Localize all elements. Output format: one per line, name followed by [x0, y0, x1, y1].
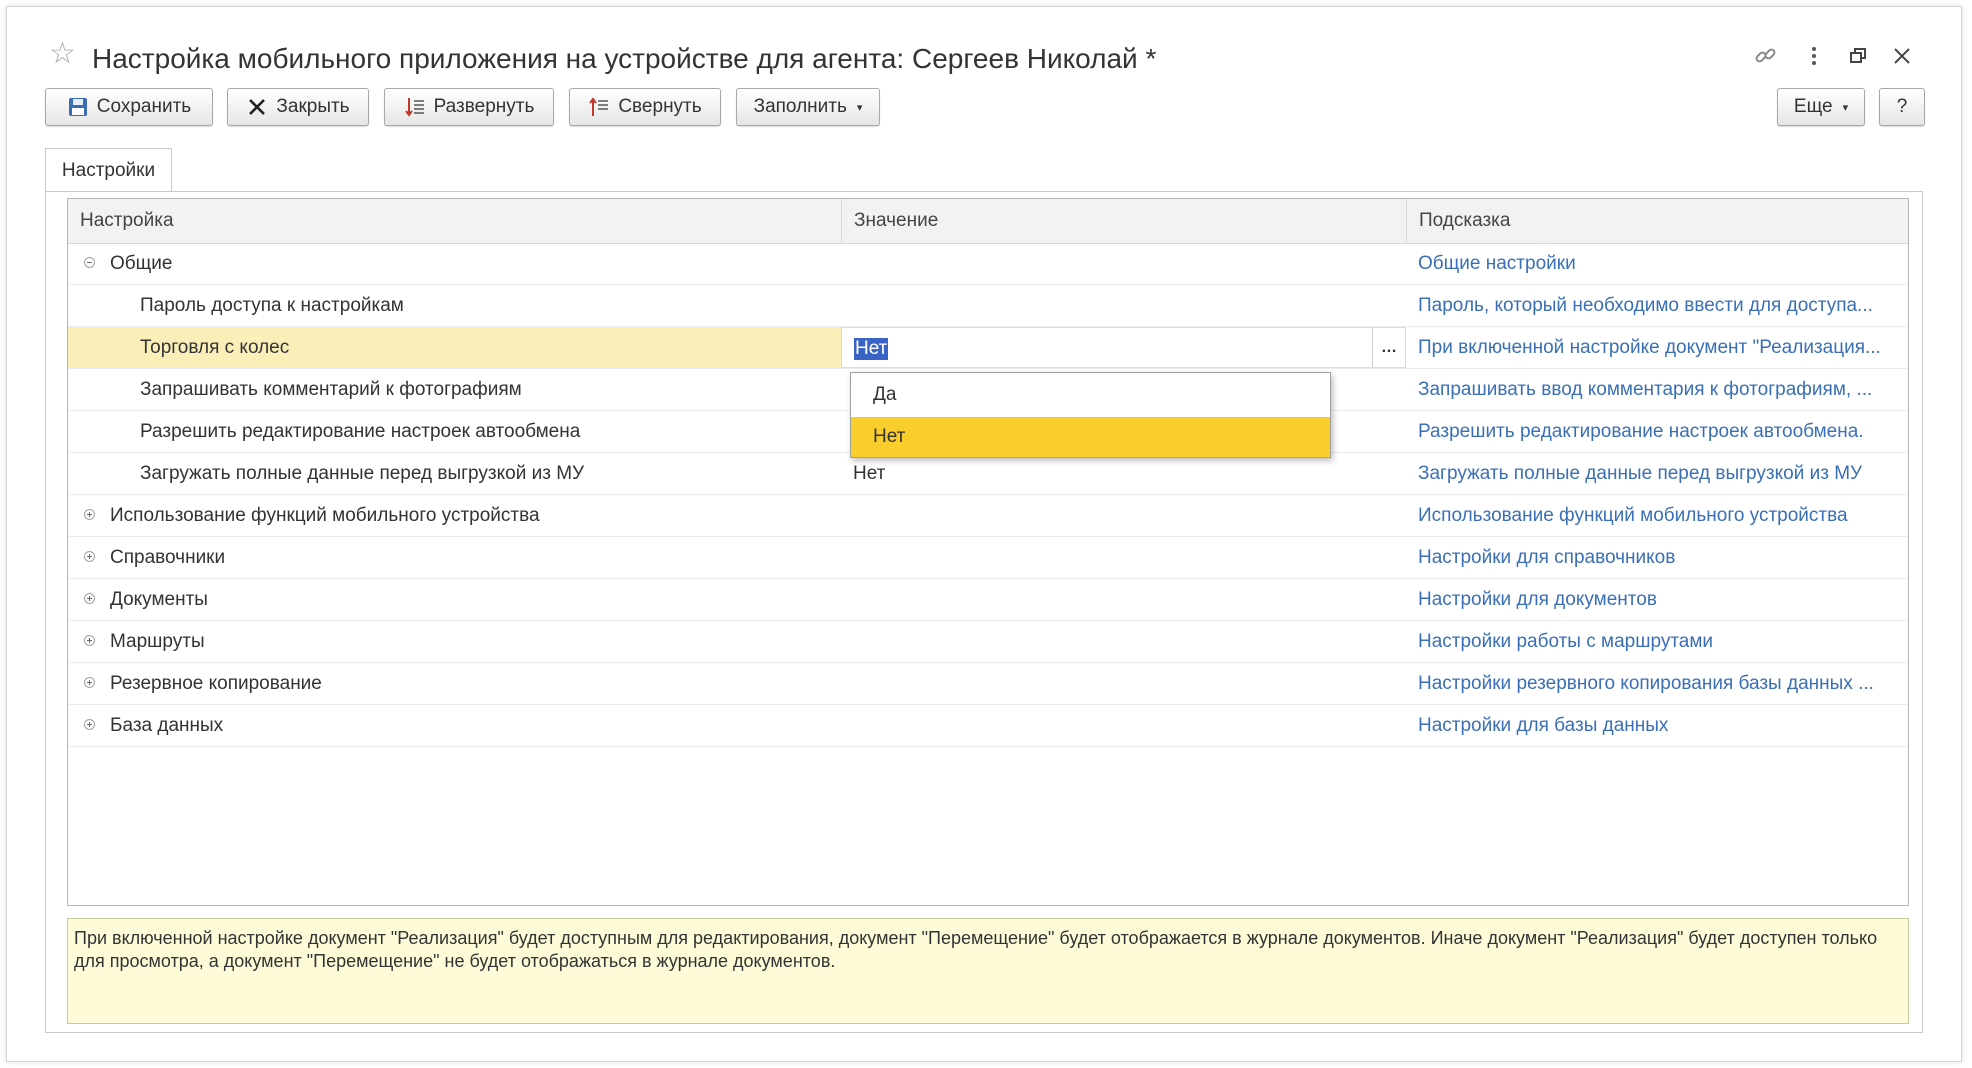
close-icon: [246, 96, 268, 118]
setting-name: Документы: [110, 589, 208, 610]
setting-name: Справочники: [110, 547, 226, 568]
grid-header: Настройка Значение Подсказка: [68, 199, 1908, 244]
column-header-hint[interactable]: Подсказка: [1406, 199, 1908, 243]
grid-row-group[interactable]: Справочники Настройки для справочников: [68, 537, 1908, 579]
collapse-label: Свернуть: [618, 96, 702, 117]
restore-window-icon[interactable]: [1843, 43, 1873, 73]
setting-name: Маршруты: [110, 631, 205, 652]
setting-name: Использование функций мобильного устройс…: [110, 505, 540, 526]
value-edit-field[interactable]: Нет …: [841, 327, 1406, 368]
settings-grid: Настройка Значение Подсказка Общие Общие…: [67, 198, 1909, 906]
close-button[interactable]: Закрыть: [227, 88, 369, 126]
chevron-down-icon: ▾: [856, 101, 863, 114]
grid-row-group[interactable]: Маршруты Настройки работы с маршрутами: [68, 621, 1908, 663]
collapse-button[interactable]: Свернуть: [569, 88, 721, 126]
dropdown-option-no[interactable]: Нет: [851, 417, 1330, 457]
hint-panel-text: При включенной настройке документ "Реали…: [74, 928, 1878, 971]
value-dropdown-list: Да Нет: [850, 372, 1331, 458]
setting-hint-link[interactable]: Общие настройки: [1406, 243, 1908, 284]
hint-panel: При включенной настройке документ "Реали…: [67, 918, 1909, 1024]
window-title: Настройка мобильного приложения на устро…: [92, 43, 1157, 74]
value-selected-text[interactable]: Нет: [854, 338, 889, 360]
toolbar: Сохранить Закрыть Развернуть Свернуть За…: [45, 88, 1961, 132]
more-actions-icon[interactable]: [1799, 43, 1829, 73]
form-window: ☆ Настройка мобильного приложения на уст…: [6, 6, 1962, 1062]
floppy-disk-icon: [67, 96, 89, 118]
tab-settings-label: Настройки: [61, 159, 156, 181]
grid-row-group[interactable]: Использование функций мобильного устройс…: [68, 495, 1908, 537]
expand-button[interactable]: Развернуть: [384, 88, 554, 126]
chevron-down-icon: ▾: [1842, 101, 1849, 114]
setting-name: Загружать полные данные перед выгрузкой …: [140, 463, 585, 484]
setting-hint-link[interactable]: Разрешить редактирование настроек автооб…: [1406, 411, 1908, 452]
setting-hint-link[interactable]: Запрашивать ввод комментария к фотографи…: [1406, 369, 1908, 410]
grid-row-group[interactable]: Документы Настройки для документов: [68, 579, 1908, 621]
save-button[interactable]: Сохранить: [45, 88, 213, 126]
expand-tree-icon: [404, 96, 426, 118]
setting-hint-link[interactable]: При включенной настройке документ "Реали…: [1406, 327, 1908, 368]
choice-button[interactable]: …: [1372, 328, 1405, 367]
link-icon[interactable]: [1751, 43, 1781, 73]
more-dropdown-button[interactable]: Еще ▾: [1777, 88, 1865, 126]
tab-strip: Настройки: [45, 148, 1921, 192]
setting-value[interactable]: Нет: [841, 453, 1406, 494]
setting-name: Общие: [110, 253, 173, 274]
grid-row-selected[interactable]: Торговля с колес Нет … При включенной на…: [68, 327, 1908, 369]
help-label: ?: [1896, 96, 1908, 117]
setting-name: База данных: [110, 715, 224, 736]
setting-hint-link[interactable]: Пароль, который необходимо ввести для до…: [1406, 285, 1908, 326]
column-header-setting[interactable]: Настройка: [68, 199, 841, 243]
collapse-tree-icon: [588, 96, 610, 118]
setting-hint-link[interactable]: Настройки резервного копирования базы да…: [1406, 663, 1908, 704]
close-window-icon[interactable]: [1887, 43, 1917, 73]
help-button[interactable]: ?: [1879, 88, 1925, 126]
setting-hint-link[interactable]: Настройки работы с маршрутами: [1406, 621, 1908, 662]
setting-hint-link[interactable]: Использование функций мобильного устройс…: [1406, 495, 1908, 536]
setting-hint-link[interactable]: Настройки для справочников: [1406, 537, 1908, 578]
favorite-star-icon[interactable]: ☆: [49, 39, 76, 69]
more-label: Еще: [1793, 96, 1833, 117]
grid-row-general[interactable]: Общие Общие настройки: [68, 243, 1908, 285]
fill-dropdown-button[interactable]: Заполнить ▾: [736, 88, 880, 126]
setting-name: Разрешить редактирование настроек автооб…: [140, 421, 581, 442]
setting-name: Пароль доступа к настройкам: [140, 295, 404, 316]
setting-name: Запрашивать комментарий к фотографиям: [140, 379, 522, 400]
column-header-value[interactable]: Значение: [841, 199, 1406, 243]
grid-row-group[interactable]: База данных Настройки для базы данных: [68, 705, 1908, 747]
setting-hint-link[interactable]: Загружать полные данные перед выгрузкой …: [1406, 453, 1908, 494]
tab-settings[interactable]: Настройки: [45, 148, 172, 192]
grid-row-group[interactable]: Резервное копирование Настройки резервно…: [68, 663, 1908, 705]
setting-hint-link[interactable]: Настройки для базы данных: [1406, 705, 1908, 746]
close-label: Закрыть: [276, 96, 350, 117]
expand-label: Развернуть: [433, 96, 535, 117]
fill-label: Заполнить: [753, 96, 847, 117]
dropdown-option-yes[interactable]: Да: [851, 375, 1330, 415]
setting-name: Торговля с колес: [68, 327, 841, 368]
setting-hint-link[interactable]: Настройки для документов: [1406, 579, 1908, 620]
setting-name: Резервное копирование: [110, 673, 322, 694]
grid-row[interactable]: Пароль доступа к настройкам Пароль, кото…: [68, 285, 1908, 327]
grid-row[interactable]: Загружать полные данные перед выгрузкой …: [68, 453, 1908, 495]
save-label: Сохранить: [96, 96, 192, 117]
